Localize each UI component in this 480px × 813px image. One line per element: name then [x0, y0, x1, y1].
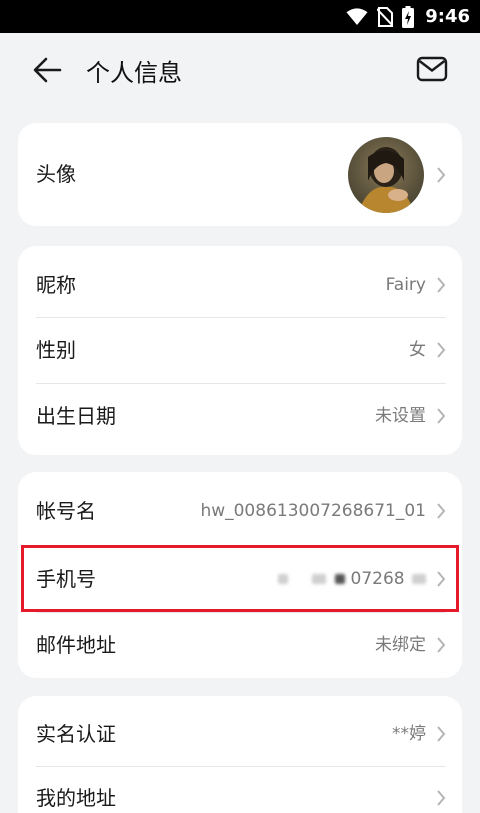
chevron-right-icon — [437, 790, 446, 806]
redacted-mark — [311, 574, 326, 584]
birthday-value: 未设置 — [375, 406, 426, 426]
email-label: 邮件地址 — [36, 633, 116, 657]
gender-value: 女 — [409, 340, 426, 360]
chevron-right-icon — [437, 637, 446, 653]
status-icons: 9:46 — [346, 0, 470, 33]
chevron-right-icon — [437, 342, 446, 358]
birthday-row[interactable]: 出生日期 未设置 — [18, 383, 462, 455]
no-sim-icon — [377, 6, 394, 27]
account-name-label: 帐号名 — [36, 499, 96, 523]
battery-charging-icon — [402, 5, 415, 28]
chevron-right-icon — [437, 503, 446, 519]
address-label: 我的地址 — [36, 786, 116, 810]
status-time: 9:46 — [425, 6, 470, 27]
redacted-mark — [278, 574, 289, 584]
nickname-row[interactable]: 昵称 Fairy — [18, 246, 462, 317]
page-title: 个人信息 — [86, 59, 182, 87]
nickname-value: Fairy — [385, 275, 426, 295]
header: 个人信息 — [0, 33, 480, 105]
redacted-mark — [412, 574, 426, 584]
chevron-right-icon — [437, 571, 446, 587]
wifi-icon — [346, 7, 368, 25]
chevron-right-icon — [437, 408, 446, 424]
real-name-value: **婷 — [392, 724, 426, 744]
redacted-mark — [335, 574, 346, 584]
avatar-label: 头像 — [36, 162, 76, 186]
real-name-row[interactable]: 实名认证 **婷 — [18, 696, 462, 766]
account-name-value: hw_008613007268671_01 — [200, 501, 426, 521]
avatar-card: 头像 — [18, 123, 462, 226]
chevron-right-icon — [437, 726, 446, 742]
phone-value: 07268 — [278, 546, 426, 612]
basic-info-card: 昵称 Fairy 性别 女 出生日期 未设置 — [18, 246, 462, 455]
email-value: 未绑定 — [375, 635, 426, 655]
phone-label: 手机号 — [36, 567, 96, 591]
gender-label: 性别 — [36, 338, 76, 362]
nickname-label: 昵称 — [36, 273, 76, 297]
account-card: 帐号名 hw_008613007268671_01 手机号 07268 邮件地址… — [18, 472, 462, 678]
avatar — [348, 137, 424, 213]
phone-row[interactable]: 手机号 07268 — [18, 546, 462, 612]
real-name-label: 实名认证 — [36, 722, 116, 746]
more-info-card: 实名认证 **婷 我的地址 — [18, 696, 462, 813]
mail-icon[interactable] — [416, 55, 448, 83]
arrow-left-icon[interactable] — [32, 55, 62, 85]
phone-digits: 07268 — [350, 569, 405, 589]
email-row[interactable]: 邮件地址 未绑定 — [18, 612, 462, 678]
chevron-right-icon — [437, 277, 446, 293]
account-name-row[interactable]: 帐号名 hw_008613007268671_01 — [18, 472, 462, 546]
chevron-right-icon — [437, 167, 446, 183]
birthday-label: 出生日期 — [36, 404, 116, 428]
status-bar: 9:46 — [0, 0, 480, 33]
gender-row[interactable]: 性别 女 — [18, 317, 462, 383]
avatar-row[interactable]: 头像 — [18, 123, 462, 226]
address-row[interactable]: 我的地址 — [18, 766, 462, 813]
